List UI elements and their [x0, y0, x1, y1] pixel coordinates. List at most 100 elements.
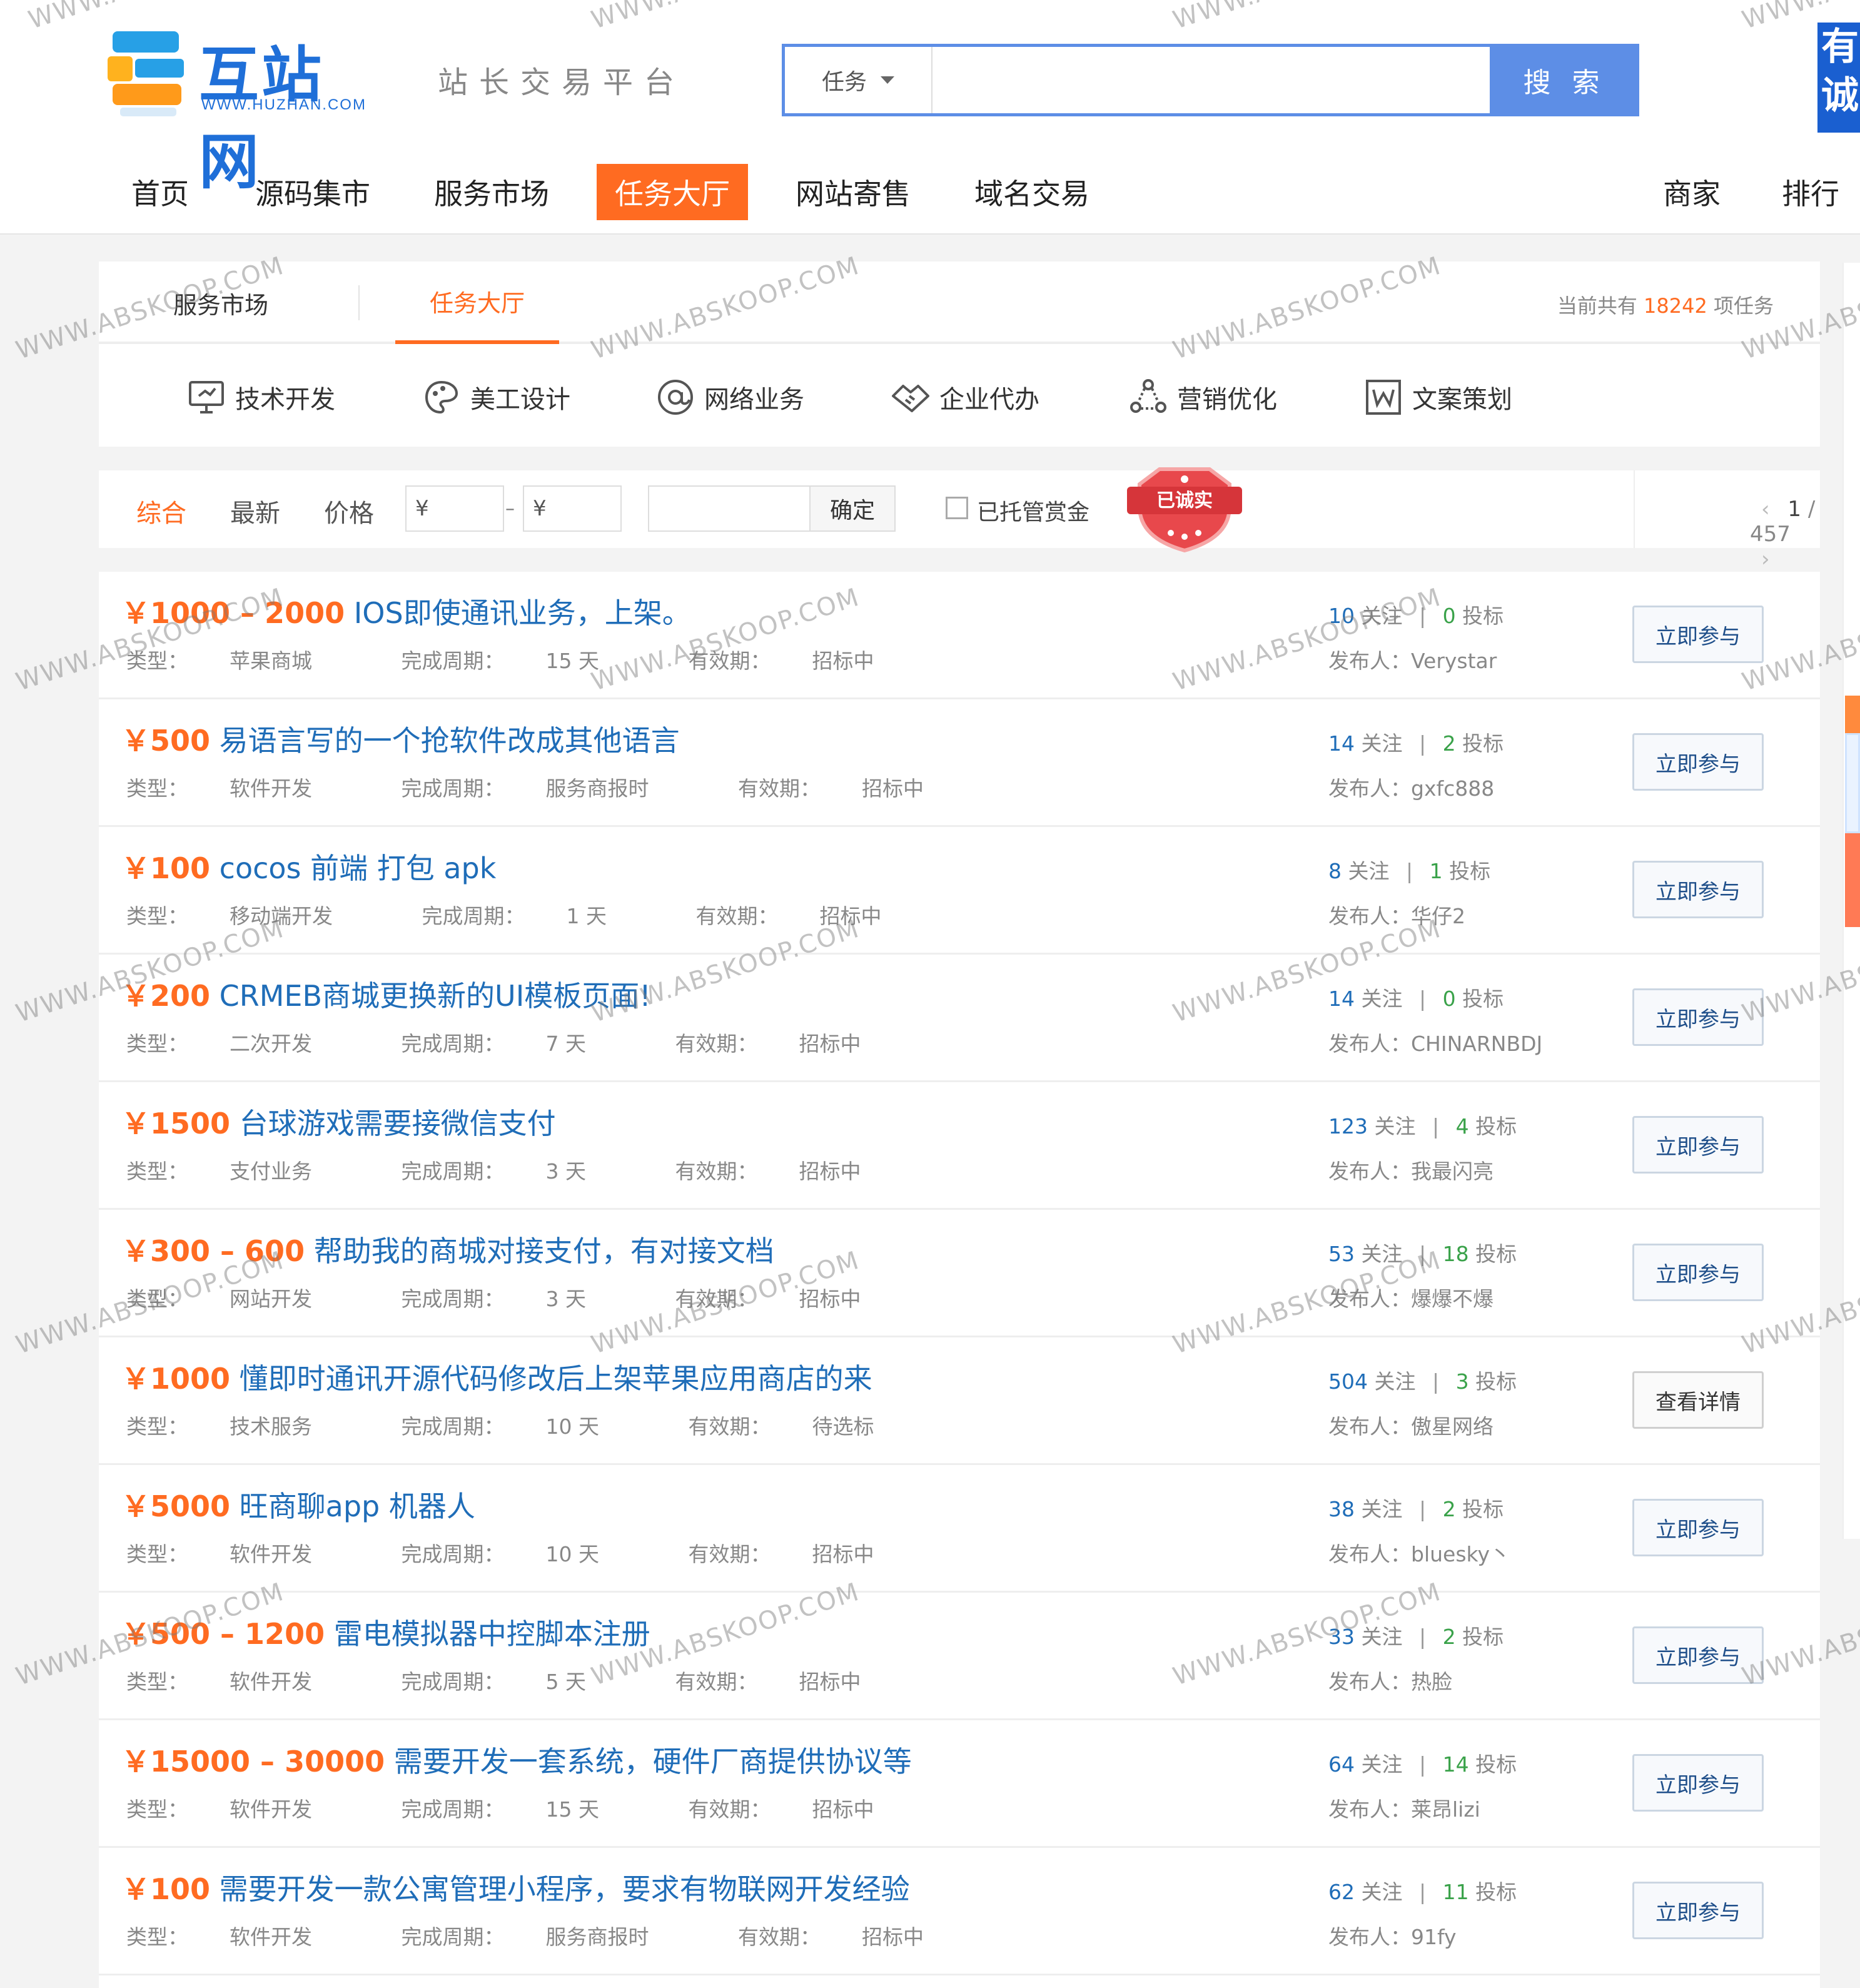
task-action-button[interactable]: 查看详情 [1632, 1371, 1764, 1429]
sort-price[interactable]: 价格 [324, 493, 374, 529]
task-follow-label: 关注 [1361, 1880, 1403, 1904]
side-ad-badge[interactable]: 有诚 [1817, 23, 1860, 133]
tab-service-market[interactable]: 服务市场 [149, 261, 293, 344]
site-logo[interactable]: 互站网 WWW.HUZHAN.COM [108, 23, 370, 197]
nav-item-ranking[interactable]: 排行 [1764, 164, 1857, 220]
sort-all[interactable]: 综合 [136, 493, 186, 529]
task-action-button[interactable]: 立即参与 [1632, 1626, 1764, 1684]
next-page-icon[interactable]: › [1761, 547, 1770, 572]
side-float-bottom[interactable] [1845, 833, 1860, 927]
task-validity: 有效期： 招标中 [688, 1797, 874, 1822]
task-title-link[interactable]: ￥100 需要开发一款公寓管理小程序，要求有物联网开发经验 [121, 1867, 910, 1908]
search-input[interactable] [935, 47, 1482, 113]
task-row[interactable]: ￥100 需要开发一款公寓管理小程序，要求有物联网开发经验 类型： 软件开发 完成… [99, 1848, 1820, 1975]
task-title-link[interactable]: ￥5000 旺商聊app 机器人 [121, 1484, 475, 1525]
logo-mark-icon [108, 31, 184, 116]
confirm-button[interactable]: 确定 [809, 485, 896, 532]
main-nav: 首页 源码集市 服务市场 任务大厅 网站寄售 域名交易 商家 排行 [0, 164, 1860, 220]
task-title-link[interactable]: ￥1000 – 2000 IOS即使通讯业务，上架。 [121, 591, 691, 632]
task-meta: 类型： 移动端开发 完成周期： 1 天 有效期： 招标中 [126, 900, 964, 930]
seal-text: 已诚实 [1156, 490, 1213, 512]
side-float-middle[interactable] [1845, 733, 1860, 833]
task-validity: 有效期： 招标中 [675, 1159, 861, 1184]
task-title-link[interactable]: ￥1500 台球游戏需要接微信支付 [121, 1101, 556, 1142]
task-title-link[interactable]: ￥1000 懂即时通讯开源代码修改后上架苹果应用商店的来 [121, 1356, 872, 1397]
nav-item-home[interactable]: 首页 [110, 164, 210, 220]
category-marketing[interactable]: 营销优化 [1128, 375, 1277, 419]
stats-divider: | [1419, 1880, 1427, 1904]
task-bid-label: 投标 [1475, 1752, 1517, 1777]
task-price: ￥500 – 1200 [121, 1617, 325, 1651]
side-float-bar[interactable] [1845, 696, 1860, 933]
task-action-button[interactable]: 立即参与 [1632, 1882, 1764, 1939]
task-row[interactable]: ￥1500 台球游戏需要接微信支付 类型： 支付业务 完成周期： 3 天 有效期：招… [99, 1082, 1820, 1210]
nav-item-service-market[interactable]: 服务市场 [417, 164, 567, 220]
price-max-input[interactable]: ¥ [523, 485, 622, 532]
task-row[interactable]: ￥5000 旺商聊app 机器人 类型： 软件开发 完成周期： 10 天 有效期：招… [99, 1465, 1820, 1593]
side-float-top[interactable] [1845, 696, 1860, 733]
escrow-checkbox[interactable] [946, 497, 968, 519]
task-row[interactable]: ￥100 cocos 前端 打包 apk 类型： 移动端开发 完成周期： 1 天 有… [99, 827, 1820, 955]
nav-item-task-hall[interactable]: 任务大厅 [597, 164, 748, 220]
site-header: 互站网 WWW.HUZHAN.COM 站长交易平台 任务 搜 索 有诚 首页 源… [0, 0, 1860, 235]
nav-item-source-market[interactable]: 源码集市 [238, 164, 388, 220]
search-type-select[interactable]: 任务 [785, 47, 933, 113]
task-publisher-name: 91fy [1411, 1925, 1457, 1949]
task-title-link[interactable]: ￥300 – 600 帮助我的商城对接支付，有对接文档 [121, 1229, 774, 1270]
task-follow-label: 关注 [1374, 1369, 1416, 1394]
task-action-button[interactable]: 立即参与 [1632, 1244, 1764, 1301]
stats-divider: | [1419, 986, 1427, 1011]
search-button[interactable]: 搜 索 [1490, 44, 1639, 116]
task-stats: 33 关注 | 2 投标 [1328, 1620, 1504, 1650]
nav-item-site-sale[interactable]: 网站寄售 [778, 164, 928, 220]
task-bid-label: 投标 [1475, 1114, 1517, 1139]
task-publisher: 发布人：爆爆不爆 [1328, 1287, 1494, 1311]
category-label: 文案策划 [1412, 385, 1512, 414]
task-period: 完成周期： 3 天 [401, 1287, 587, 1311]
task-row[interactable]: ￥500 易语言写的一个抢软件改成其他语言 类型： 软件开发 完成周期： 服务商报时… [99, 699, 1820, 827]
task-row[interactable]: ￥500 – 1200 雷电模拟器中控脚本注册 类型： 软件开发 完成周期： 5 天… [99, 1593, 1820, 1720]
category-network[interactable]: 网络业务 [655, 375, 804, 419]
keyword-input[interactable] [648, 485, 811, 532]
task-action-button[interactable]: 立即参与 [1632, 988, 1764, 1046]
task-row[interactable]: ￥1000 – 2000 IOS即使通讯业务，上架。 类型： 苹果商城 完成周期：… [99, 572, 1820, 699]
task-title-link[interactable]: ￥15000 – 30000 需要开发一套系统，硬件厂商提供协议等 [121, 1739, 912, 1780]
task-action-button[interactable]: 立即参与 [1632, 606, 1764, 663]
task-row[interactable]: ￥15000 – 30000 需要开发一套系统，硬件厂商提供协议等 类型： 软件开… [99, 1720, 1820, 1848]
task-title-link[interactable]: ￥200 CRMEB商城更换新的UI模板页面! [121, 973, 651, 1015]
category-art-design[interactable]: 美工设计 [422, 375, 570, 419]
task-title-link[interactable]: ￥500 – 1200 雷电模拟器中控脚本注册 [121, 1611, 650, 1653]
nav-item-domain-trade[interactable]: 域名交易 [957, 164, 1107, 220]
task-action-button[interactable]: 立即参与 [1632, 733, 1764, 791]
task-action-button[interactable]: 立即参与 [1632, 1116, 1764, 1174]
task-row[interactable]: ￥1000 懂即时通讯开源代码修改后上架苹果应用商店的来 类型： 技术服务 完成周… [99, 1337, 1820, 1465]
task-title: IOS即使通讯业务，上架。 [353, 596, 691, 630]
task-publisher-name: 傲星网络 [1411, 1414, 1494, 1439]
task-follow-label: 关注 [1361, 1497, 1403, 1521]
task-validity: 有效期： 招标中 [738, 1925, 924, 1949]
prev-page-icon[interactable]: ‹ [1761, 497, 1770, 522]
task-title-link[interactable]: ￥100 cocos 前端 打包 apk [121, 846, 496, 887]
task-row[interactable]: ￥300 – 600 帮助我的商城对接支付，有对接文档 类型： 网站开发 完成周期… [99, 1210, 1820, 1337]
task-title-link[interactable]: ￥500 易语言写的一个抢软件改成其他语言 [121, 718, 680, 759]
task-action-button[interactable]: 立即参与 [1632, 861, 1764, 918]
task-stats: 14 关注 | 0 投标 [1328, 982, 1504, 1012]
nav-item-merchant[interactable]: 商家 [1645, 164, 1739, 220]
task-row[interactable]: ￥200 CRMEB商城更换新的UI模板页面! 类型： 二次开发 完成周期： 7 天… [99, 955, 1820, 1082]
filter-bar: 综合 最新 价格 ¥ – ¥ 确定 已托管赏金 已诚实 ‹ 1 / 457 › [99, 467, 1820, 572]
task-title: CRMEB商城更换新的UI模板页面! [219, 979, 651, 1013]
task-follow-label: 关注 [1361, 731, 1403, 756]
category-tech-dev[interactable]: 技术开发 [186, 375, 335, 419]
sort-newest[interactable]: 最新 [230, 493, 280, 529]
category-copywriting[interactable]: 文案策划 [1363, 375, 1512, 419]
task-meta: 类型： 软件开发 完成周期： 10 天 有效期： 招标中 [126, 1538, 956, 1568]
task-action-button[interactable]: 立即参与 [1632, 1754, 1764, 1812]
task-validity: 有效期： 招标中 [695, 904, 882, 928]
category-enterprise-agency[interactable]: 企业代办 [891, 375, 1039, 419]
price-min-input[interactable]: ¥ [405, 485, 504, 532]
task-bid-count: 2 [1442, 1625, 1456, 1649]
task-validity: 有效期： 招标中 [675, 1287, 861, 1311]
task-action-button[interactable]: 立即参与 [1632, 1499, 1764, 1556]
tab-task-hall[interactable]: 任务大厅 [395, 261, 559, 344]
palette-icon [425, 380, 458, 414]
